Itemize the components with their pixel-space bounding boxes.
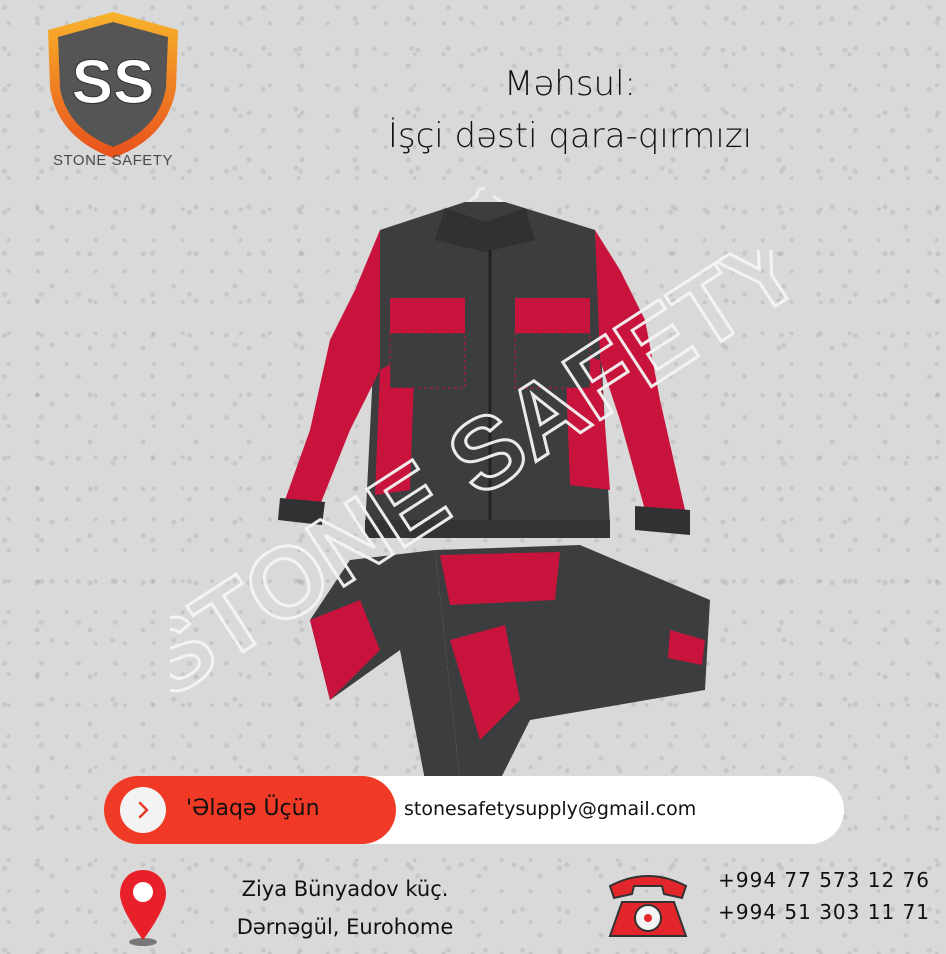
phone-number-1[interactable]: +994 77 573 12 76 (714, 864, 930, 896)
telephone-icon (608, 875, 688, 937)
phone-number-2[interactable]: +994 51 303 11 71 (714, 896, 930, 928)
address-line-1: Ziya Bünyadov küç. (241, 877, 449, 901)
page-title: Məhsul: İşçi dəsti qara-qırmızı (300, 58, 840, 162)
address-line-2: Dərnəgül, Eurohome (236, 915, 454, 939)
chevron-right-icon[interactable] (120, 787, 166, 833)
phone-numbers: +994 77 573 12 76 +994 51 303 11 71 (714, 864, 930, 928)
contact-label: 'Əlaqə Üçün (186, 796, 320, 821)
location-pin-icon (120, 870, 166, 946)
title-line-1: Məhsul: (504, 64, 636, 104)
logo-monogram: SS (72, 48, 155, 117)
product-image (278, 186, 710, 780)
email-link[interactable]: stonesafetysupply@gmail.com (404, 798, 696, 820)
title-line-2: İşçi dəsti qara-qırmızı (387, 116, 753, 156)
brand-name: STONE SAFETY (53, 152, 173, 169)
address: Ziya Bünyadov küç. Dərnəgül, Eurohome (210, 870, 480, 946)
